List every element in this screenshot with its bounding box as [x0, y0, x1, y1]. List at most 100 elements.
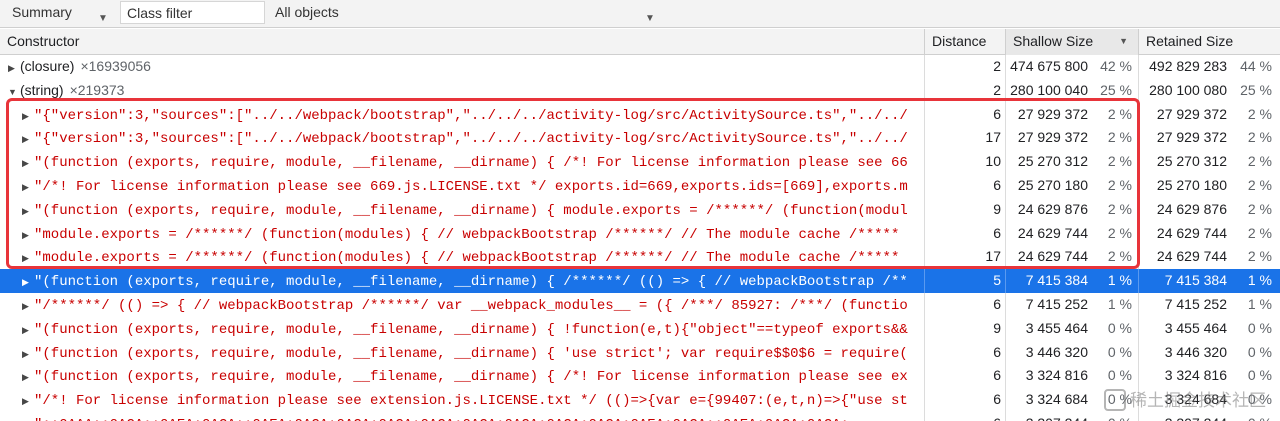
distance-cell: 6 — [924, 292, 1005, 317]
table-row[interactable]: ▶ "{"version":3,"sources":["../../webpack… — [0, 102, 1280, 127]
shallow-size-value: 7 415 384 — [1025, 272, 1088, 289]
shallow-size-value: 27 929 372 — [1017, 129, 1088, 146]
shallow-size-percent: 25 % — [1100, 81, 1132, 98]
retained-size-percent: 0 % — [1247, 343, 1272, 360]
table-row[interactable]: ▶ "module.exports = /******/ (function(mo… — [0, 221, 1280, 246]
dropdown-arrow-icon: ▼ — [645, 13, 655, 24]
table-row[interactable]: ▶ "(function (exports, require, module, _… — [0, 364, 1280, 389]
shallow-size-value: 24 629 744 — [1017, 248, 1088, 265]
collapsed-triangle-icon[interactable]: ▶ — [22, 128, 34, 150]
shallow-size-percent: 0 % — [1107, 391, 1132, 408]
string-value: "(function (exports, require, module, __… — [34, 274, 908, 291]
column-header-shallow-size[interactable]: Shallow Size ▼ — [1005, 29, 1138, 55]
retained-size-percent: 2 % — [1247, 129, 1272, 146]
shallow-size-percent: 2 % — [1107, 200, 1132, 217]
constructor-cell: ▶ "/*! For license information please see… — [0, 388, 924, 412]
retained-size-percent: 44 % — [1240, 58, 1272, 74]
collapsed-triangle-icon[interactable]: ▶ — [22, 343, 34, 365]
object-count: ×219373 — [69, 81, 125, 98]
collapsed-triangle-icon[interactable]: ▶ — [22, 247, 34, 269]
table-header: Constructor Distance Shallow Size ▼ Reta… — [0, 29, 1280, 55]
class-filter-input[interactable] — [120, 1, 265, 24]
shallow-size-value: 27 929 372 — [1017, 105, 1088, 122]
collapsed-triangle-icon[interactable]: ▶ — [22, 152, 34, 174]
distance-cell: 17 — [924, 126, 1005, 151]
distance-cell: 17 — [924, 245, 1005, 270]
shallow-size-percent: 2 % — [1107, 129, 1132, 146]
column-header-shallow-size-label: Shallow Size — [1013, 33, 1094, 49]
shallow-size-cell: 474 675 800 42 % — [1005, 55, 1138, 79]
shallow-size-percent: 2 % — [1107, 153, 1132, 170]
table-row[interactable]: ▶ "(function (exports, require, module, _… — [0, 340, 1280, 365]
distance-cell: 6 — [924, 221, 1005, 246]
collapsed-triangle-icon[interactable]: ▶ — [22, 366, 34, 388]
collapsed-triangle-icon[interactable]: ▶ — [8, 57, 20, 79]
retained-size-value: 3 307 244 — [1165, 412, 1227, 421]
shallow-size-value: 3 324 816 — [1025, 367, 1088, 384]
retained-size-value: 27 929 372 — [1156, 105, 1227, 122]
view-select[interactable]: Summary ▼ — [0, 0, 116, 27]
retained-size-percent: 1 % — [1247, 272, 1272, 289]
shallow-size-value: 280 100 040 — [1010, 81, 1088, 98]
distance-cell: 6 — [924, 388, 1005, 412]
shallow-size-value: 24 629 876 — [1017, 200, 1088, 217]
constructor-cell: ▶ "module.exports = /******/ (function(mo… — [0, 222, 924, 246]
retained-size-cell: 3 307 244 0 % — [1138, 411, 1280, 421]
toolbar: Summary ▼ All objects ▼ — [0, 0, 1280, 28]
retained-size-value: 7 415 384 — [1164, 272, 1227, 289]
distance-cell: 10 — [924, 150, 1005, 174]
collapsed-triangle-icon[interactable]: ▶ — [22, 200, 34, 222]
shallow-size-value: 3 455 464 — [1025, 319, 1088, 336]
distance-cell: 6 — [924, 364, 1005, 389]
retained-size-cell: 25 270 180 2 % — [1138, 173, 1280, 198]
table-row[interactable]: ▶ "(function (exports, require, module, _… — [0, 197, 1280, 222]
table-row[interactable]: ▶ "/*! For license information please see… — [0, 173, 1280, 198]
table-row[interactable]: ▶ "{"version":3,"sources":["../../webpack… — [0, 126, 1280, 151]
expanded-triangle-icon[interactable]: ▼ — [8, 81, 20, 103]
shallow-size-cell: 25 270 180 2 % — [1005, 173, 1138, 198]
shallow-size-percent: 0 % — [1107, 367, 1132, 384]
retained-size-cell: 7 415 384 1 % — [1138, 269, 1280, 293]
collapsed-triangle-icon[interactable]: ▶ — [22, 271, 34, 293]
string-value: "(function (exports, require, module, __… — [34, 369, 908, 386]
table-row[interactable]: ▶"::0AAA;;0ACA;;0AEA;0ACA;;0AEA;0ACA;0AC… — [0, 411, 1280, 421]
collapsed-triangle-icon[interactable]: ▶ — [22, 390, 34, 412]
table-row[interactable]: ▶ "/******/ (() => { // webpackBootstrap … — [0, 292, 1280, 317]
collapsed-triangle-icon[interactable]: ▶ — [22, 176, 34, 198]
shallow-size-value: 3 324 684 — [1025, 391, 1088, 408]
table-row[interactable]: ▼ (string) ×219373 2 280 100 040 25 % 280 100 … — [0, 78, 1280, 103]
shallow-size-percent: 0 % — [1108, 412, 1132, 421]
collapsed-triangle-icon[interactable]: ▶ — [22, 414, 34, 421]
shallow-size-cell: 24 629 744 2 % — [1005, 245, 1138, 270]
retained-size-cell: 24 629 744 2 % — [1138, 245, 1280, 270]
distance-cell: 2 — [924, 55, 1005, 79]
retained-size-percent: 2 % — [1247, 200, 1272, 217]
constructor-cell: ▶ "module.exports = /******/ (function(mo… — [0, 245, 924, 269]
retained-size-value: 24 629 744 — [1156, 224, 1227, 241]
view-select-label: Summary — [12, 4, 72, 20]
retained-size-percent: 0 % — [1248, 412, 1272, 421]
table-row[interactable]: ▶ "/*! For license information please see… — [0, 388, 1280, 412]
table-row[interactable]: ▶ "(function (exports, require, module, _… — [0, 316, 1280, 341]
sort-descending-icon: ▼ — [1119, 36, 1128, 46]
distance-cell: 2 — [924, 78, 1005, 103]
column-header-retained-size[interactable]: Retained Size — [1138, 29, 1280, 55]
retained-size-cell: 27 929 372 2 % — [1138, 102, 1280, 127]
table-row[interactable]: ▶ "module.exports = /******/ (function(mo… — [0, 245, 1280, 270]
string-value: "{"version":3,"sources":["../../webpack/… — [34, 107, 908, 124]
retained-size-value: 3 324 816 — [1164, 367, 1227, 384]
collapsed-triangle-icon[interactable]: ▶ — [22, 295, 34, 317]
shallow-size-cell: 27 929 372 2 % — [1005, 126, 1138, 151]
collapsed-triangle-icon[interactable]: ▶ — [22, 105, 34, 127]
table-row[interactable]: ▶ "(function (exports, require, module, _… — [0, 269, 1280, 293]
collapsed-triangle-icon[interactable]: ▶ — [22, 319, 34, 341]
column-header-distance[interactable]: Distance — [924, 29, 1005, 55]
retained-size-cell: 280 100 080 25 % — [1138, 78, 1280, 103]
collapsed-triangle-icon[interactable]: ▶ — [22, 224, 34, 246]
table-row[interactable]: ▶ (closure) ×16939056 2 474 675 800 42 % 492 8… — [0, 55, 1280, 79]
object-filter-select[interactable]: All objects ▼ — [268, 0, 668, 27]
string-value: "(function (exports, require, module, __… — [34, 321, 908, 338]
shallow-size-percent: 2 % — [1107, 176, 1132, 193]
table-row[interactable]: ▶ "(function (exports, require, module, _… — [0, 150, 1280, 174]
column-header-constructor[interactable]: Constructor — [0, 29, 924, 55]
